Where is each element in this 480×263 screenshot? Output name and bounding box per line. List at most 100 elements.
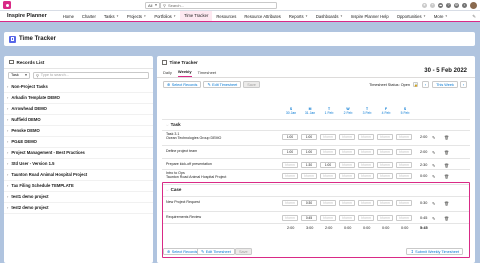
time-entry-input[interactable]: hh:mm: [320, 149, 336, 155]
nav-item-tasks[interactable]: Tasks ▼: [100, 11, 123, 22]
record-list-item[interactable]: › Std User - Version 1.5: [4, 159, 153, 170]
edit-timesheet-button[interactable]: ✎ Edit Timesheet: [203, 81, 242, 88]
time-entry-input[interactable]: hh:mm: [301, 173, 317, 179]
bell-icon[interactable]: ♪: [462, 3, 467, 8]
time-entry-input[interactable]: hh:mm: [358, 149, 374, 155]
record-list-item[interactable]: › Non-Project Tasks: [4, 82, 153, 93]
edit-nav-icon[interactable]: ✎: [472, 14, 476, 20]
record-list-item[interactable]: › Penske DEMO: [4, 126, 153, 137]
help-icon[interactable]: ?: [446, 3, 451, 8]
chevron-right-icon[interactable]: ›: [7, 106, 8, 111]
nav-item-inspire-planner-help[interactable]: Inspire Planner Help: [347, 11, 393, 22]
time-entry-input[interactable]: hh:mm: [339, 134, 355, 140]
nav-item-charter[interactable]: Charter: [78, 11, 100, 22]
nav-item-projects[interactable]: Projects ▼: [123, 11, 150, 22]
nav-item-dashboards[interactable]: Dashboards ▼: [312, 11, 347, 22]
time-entry-input[interactable]: 1:00: [282, 149, 298, 155]
records-search-input[interactable]: ⚲ Type to search...: [33, 72, 149, 79]
edit-icon[interactable]: ✎: [432, 174, 435, 179]
lock-icon[interactable]: 🔒: [413, 82, 418, 87]
setup-icon[interactable]: ☁: [438, 3, 443, 8]
time-entry-input[interactable]: 1:00: [301, 149, 317, 155]
record-list-item[interactable]: › PG&E DEMO: [4, 137, 153, 148]
chevron-right-icon[interactable]: ›: [7, 194, 8, 199]
row-name[interactable]: Task 3.1 Ocean Technologies Group DEMO: [166, 132, 266, 140]
chevron-right-icon[interactable]: ›: [7, 161, 8, 166]
chevron-right-icon[interactable]: ›: [7, 139, 8, 144]
time-entry-input[interactable]: hh:mm: [396, 149, 412, 155]
time-entry-input[interactable]: hh:mm: [339, 162, 355, 168]
time-entry-input[interactable]: hh:mm: [377, 162, 393, 168]
tab-timesheet[interactable]: Timesheet: [198, 70, 217, 77]
record-list-item[interactable]: › test1 demo project: [4, 192, 153, 203]
time-entry-input[interactable]: hh:mm: [396, 162, 412, 168]
delete-icon[interactable]: 🗑: [444, 163, 449, 168]
time-entry-input[interactable]: 1:00: [301, 134, 317, 140]
global-search-input[interactable]: ⚲ Search...: [160, 2, 277, 9]
gear-icon[interactable]: ⚙: [454, 3, 459, 8]
record-list-item[interactable]: › Project Management - Best Practices: [4, 148, 153, 159]
nav-item-home[interactable]: Home: [59, 11, 78, 22]
time-entry-input[interactable]: hh:mm: [339, 149, 355, 155]
row-name[interactable]: Prepare kick-off presentation: [166, 162, 266, 166]
tab-weekly[interactable]: Weekly: [177, 69, 192, 77]
this-week-button[interactable]: This Week: [432, 81, 458, 88]
chevron-down-icon[interactable]: ▼: [305, 14, 308, 18]
time-entry-input[interactable]: hh:mm: [358, 134, 374, 140]
time-entry-input[interactable]: hh:mm: [377, 134, 393, 140]
nav-item-more[interactable]: More ▼: [430, 11, 452, 22]
nav-item-opportunities[interactable]: Opportunities ▼: [393, 11, 430, 22]
chevron-down-icon[interactable]: ⌵: [166, 123, 169, 127]
record-list-item[interactable]: › Arrowhead DEMO: [4, 104, 153, 115]
edit-icon[interactable]: ✎: [432, 163, 435, 168]
select-records-button-bottom[interactable]: ⊕ Select Records: [163, 248, 202, 255]
record-list-item[interactable]: › Arkadin Template DEMO: [4, 93, 153, 104]
chevron-right-icon[interactable]: ›: [7, 183, 8, 188]
time-entry-input[interactable]: hh:mm: [320, 173, 336, 179]
nav-item-portfolios[interactable]: Portfolios ▼: [150, 11, 180, 22]
nav-item-resources[interactable]: Resources: [212, 11, 240, 22]
time-entry-input[interactable]: hh:mm: [358, 162, 374, 168]
record-list-item[interactable]: › Taunton Road Animal Hospital Project: [4, 170, 153, 181]
time-entry-input[interactable]: 1:30: [301, 162, 317, 168]
row-name[interactable]: Intro to Ops Taunton Road Animal Hospital…: [166, 171, 266, 179]
time-entry-input[interactable]: hh:mm: [282, 173, 298, 179]
chevron-down-icon[interactable]: ▼: [173, 14, 176, 18]
edit-icon[interactable]: ✎: [432, 150, 435, 155]
avatar[interactable]: [470, 2, 477, 9]
chevron-right-icon[interactable]: ›: [7, 128, 8, 133]
time-entry-input[interactable]: 1:00: [282, 134, 298, 140]
time-entry-input[interactable]: hh:mm: [377, 149, 393, 155]
time-entry-input[interactable]: hh:mm: [320, 134, 336, 140]
chevron-right-icon[interactable]: ›: [7, 150, 8, 155]
chevron-down-icon[interactable]: ▼: [445, 14, 448, 18]
chevron-down-icon[interactable]: ▼: [340, 14, 343, 18]
record-type-select[interactable]: Task ▼: [8, 72, 30, 79]
section-header-task[interactable]: ⌵ Task: [166, 122, 181, 127]
chevron-right-icon[interactable]: ›: [7, 84, 8, 89]
time-entry-input[interactable]: hh:mm: [396, 134, 412, 140]
edit-timesheet-button-bottom[interactable]: ✎ Edit Timesheet: [197, 248, 235, 255]
tab-daily[interactable]: Daily: [163, 70, 172, 77]
chevron-right-icon[interactable]: ›: [7, 95, 8, 100]
time-entry-input[interactable]: hh:mm: [339, 173, 355, 179]
delete-icon[interactable]: 🗑: [444, 150, 449, 155]
submit-weekly-timesheet-button[interactable]: ↥ Submit Weekly Timesheet: [406, 248, 463, 255]
nav-item-resource-attributes[interactable]: Resource Attributes: [240, 11, 285, 22]
favorites-icon[interactable]: ★: [422, 3, 427, 8]
previous-week-button[interactable]: ‹: [422, 81, 429, 88]
row-name[interactable]: Define project team: [166, 149, 266, 153]
add-icon[interactable]: +: [430, 3, 435, 8]
select-records-button[interactable]: ⊕ Select Records: [163, 81, 202, 88]
search-scope-select[interactable]: All ▼: [145, 2, 160, 9]
save-button[interactable]: Save: [243, 81, 260, 88]
chevron-right-icon[interactable]: ›: [7, 205, 8, 210]
chevron-down-icon[interactable]: ▼: [423, 14, 426, 18]
time-entry-input[interactable]: hh:mm: [377, 173, 393, 179]
app-logo-icon[interactable]: [3, 1, 11, 9]
delete-icon[interactable]: 🗑: [444, 174, 449, 179]
delete-icon[interactable]: 🗑: [444, 135, 449, 140]
chevron-right-icon[interactable]: ›: [7, 172, 8, 177]
time-entry-input[interactable]: 1:00: [320, 162, 336, 168]
time-entry-input[interactable]: hh:mm: [358, 173, 374, 179]
